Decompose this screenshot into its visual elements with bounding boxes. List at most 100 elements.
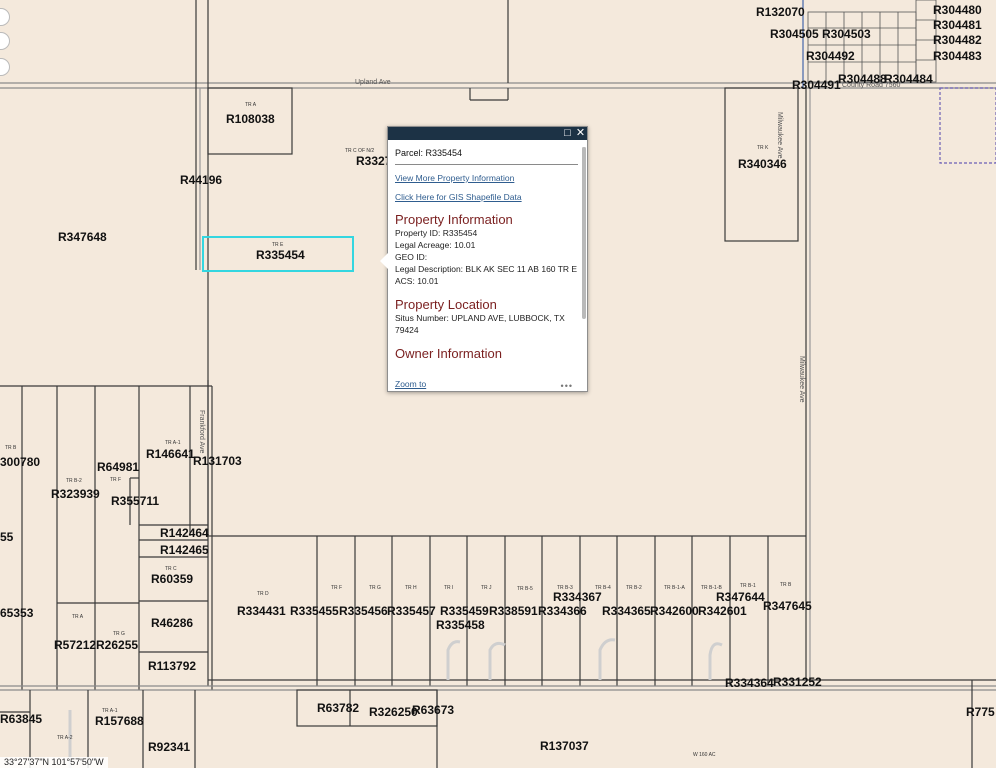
- parcel-label[interactable]: R131703: [193, 455, 242, 467]
- parcel-label[interactable]: R304491: [792, 79, 841, 91]
- parcel-label[interactable]: R335459: [440, 605, 489, 617]
- popup-parcel-title: Parcel: R335454: [395, 148, 463, 158]
- parcel-label[interactable]: R63845: [0, 713, 42, 725]
- coordinate-readout: 33°27'37"N 101°57'50"W: [0, 757, 108, 768]
- parcel-label[interactable]: R304483: [933, 50, 982, 62]
- parcel-label[interactable]: R335455: [290, 605, 339, 617]
- tract-label: TR B-2: [626, 585, 642, 591]
- parcel-label[interactable]: 300780: [0, 456, 40, 468]
- parcel-label[interactable]: R92341: [148, 741, 190, 753]
- property-id-value: R335454: [442, 228, 478, 238]
- gis-shapefile-link[interactable]: Click Here for GIS Shapefile Data: [395, 192, 578, 202]
- close-icon[interactable]: ✕: [575, 128, 586, 139]
- parcel-label[interactable]: R63673: [412, 704, 454, 716]
- tract-label: TR J: [481, 585, 492, 591]
- tract-label: TR F: [110, 477, 122, 483]
- parcel-label[interactable]: 55: [0, 531, 13, 543]
- parcel-label[interactable]: R334366: [538, 605, 587, 617]
- parcel-label[interactable]: R44196: [180, 174, 222, 186]
- parcel-label[interactable]: R334365: [602, 605, 651, 617]
- view-more-link[interactable]: View More Property Information: [395, 173, 578, 183]
- tract-label: TR B-5: [517, 586, 533, 592]
- parcel-label[interactable]: R60359: [151, 573, 193, 585]
- tract-label: TR E: [272, 242, 284, 248]
- parcel-label[interactable]: R334431: [237, 605, 286, 617]
- tract-label: TR A: [245, 102, 257, 108]
- parcel-label[interactable]: R335454: [256, 249, 305, 261]
- parcel-label[interactable]: R304480: [933, 4, 982, 16]
- road-label: Frankford Ave: [198, 410, 205, 454]
- parcel-label[interactable]: R157688: [95, 715, 144, 727]
- parcel-label[interactable]: R338591: [489, 605, 538, 617]
- tract-label: TR D: [257, 591, 269, 597]
- parcel-label[interactable]: R57212: [54, 639, 96, 651]
- property-location-heading: Property Location: [395, 297, 497, 312]
- more-actions-icon[interactable]: •••: [561, 381, 573, 391]
- tract-label: TR G: [369, 585, 381, 591]
- parcel-label[interactable]: R342600: [650, 605, 699, 617]
- parcel-label[interactable]: R347644: [716, 591, 765, 603]
- parcel-label[interactable]: R142465: [160, 544, 209, 556]
- parcel-label[interactable]: R326250: [369, 706, 418, 718]
- tract-label: TR B: [5, 445, 17, 451]
- popup-scrollbar-thumb[interactable]: [582, 147, 586, 319]
- tract-label: TR C: [165, 566, 177, 572]
- parcel-label[interactable]: R334364: [725, 677, 774, 689]
- parcel-label[interactable]: R335458: [436, 619, 485, 631]
- parcel-label[interactable]: R347648: [58, 231, 107, 243]
- parcel-label[interactable]: R46286: [151, 617, 193, 629]
- tract-label: TR B-1-B: [701, 585, 722, 591]
- tract-label: TR K: [757, 145, 769, 151]
- tract-label: W 160 AC: [693, 752, 716, 758]
- legal-description-row: Legal Description: BLK AK SEC 11 AB 160 …: [395, 263, 578, 287]
- tract-label: TR B-1: [740, 583, 756, 589]
- road-label: Milwaukee Ave: [776, 112, 783, 159]
- legal-acreage-row: Legal Acreage: 10.01: [395, 239, 578, 251]
- parcel-label[interactable]: R304503: [822, 28, 871, 40]
- parcel-popup[interactable]: □ ✕ Parcel: R335454 View More Property I…: [380, 126, 588, 392]
- parcel-label[interactable]: R64981: [97, 461, 139, 473]
- tract-label: TR A-2: [57, 735, 73, 741]
- parcel-label[interactable]: R304505: [770, 28, 819, 40]
- parcel-label[interactable]: R304482: [933, 34, 982, 46]
- road-label: County Road 7560: [842, 82, 901, 89]
- parcel-label[interactable]: R146641: [146, 448, 195, 460]
- parcel-label[interactable]: R775: [966, 706, 995, 718]
- popup-divider: [395, 164, 578, 165]
- zoom-to-link[interactable]: Zoom to: [395, 379, 426, 389]
- parcel-label[interactable]: R304492: [806, 50, 855, 62]
- parcel-label[interactable]: 65353: [0, 607, 33, 619]
- popup-scrollbar[interactable]: [582, 147, 586, 319]
- tract-label: TR B: [780, 582, 792, 588]
- maximize-icon[interactable]: □: [562, 128, 573, 139]
- parcel-label[interactable]: R340346: [738, 158, 787, 170]
- tract-label: TR B-1-A: [664, 585, 685, 591]
- parcel-label[interactable]: R323939: [51, 488, 100, 500]
- parcel-label[interactable]: R304481: [933, 19, 982, 31]
- parcel-label[interactable]: R132070: [756, 6, 805, 18]
- tract-label: TR A-1: [165, 440, 181, 446]
- tract-label: TR F: [331, 585, 343, 591]
- popup-pointer: [380, 253, 388, 269]
- parcel-label[interactable]: R355711: [111, 495, 159, 507]
- popup-body[interactable]: Parcel: R335454 View More Property Infor…: [395, 148, 578, 384]
- parcel-label[interactable]: R63782: [317, 702, 359, 714]
- parcel-label[interactable]: R113792: [148, 660, 196, 672]
- parcel-label[interactable]: R137037: [540, 740, 589, 752]
- popup-footer: Zoom to: [395, 379, 578, 389]
- parcel-label[interactable]: R142464: [160, 527, 209, 539]
- situs-row: Situs Number: UPLAND AVE, LUBBOCK, TX 79…: [395, 312, 578, 336]
- parcel-label[interactable]: R26255: [96, 639, 138, 651]
- parcel-label[interactable]: R347645: [763, 600, 812, 612]
- tract-label: TR H: [405, 585, 417, 591]
- parcel-label[interactable]: R331252: [773, 676, 822, 688]
- parcel-label[interactable]: R335456: [339, 605, 388, 617]
- legal-acreage-label: Legal Acreage:: [395, 240, 452, 250]
- parcel-label[interactable]: R342601: [698, 605, 747, 617]
- situs-label: Situs Number:: [395, 313, 449, 323]
- parcel-label[interactable]: R335457: [387, 605, 436, 617]
- property-id-label: Property ID:: [395, 228, 441, 238]
- tract-label: TR A: [72, 614, 84, 620]
- parcel-label[interactable]: R108038: [226, 113, 275, 125]
- parcel-label[interactable]: R334367: [553, 591, 602, 603]
